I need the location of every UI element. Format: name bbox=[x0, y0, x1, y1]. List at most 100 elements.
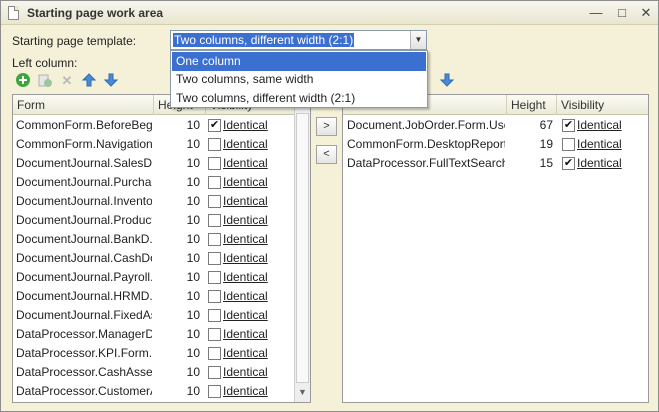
table-row[interactable]: DocumentJournal.BankD... 10 Identical bbox=[13, 230, 310, 249]
template-dropdown-list[interactable]: One column Two columns, same width Two c… bbox=[170, 50, 428, 108]
scroll-down-icon[interactable]: ▼ bbox=[295, 385, 310, 400]
visibility-checkbox[interactable]: ✔ bbox=[208, 119, 221, 132]
visibility-link[interactable]: Identical bbox=[223, 382, 268, 401]
visibility-checkbox[interactable]: ✔ bbox=[562, 119, 575, 132]
height-cell[interactable]: 10 bbox=[163, 249, 200, 268]
height-cell[interactable]: 15 bbox=[513, 154, 553, 173]
template-select-value[interactable]: Two columns, different width (2:1) bbox=[173, 33, 355, 47]
visibility-checkbox[interactable] bbox=[208, 233, 221, 246]
visibility-checkbox[interactable] bbox=[562, 138, 575, 151]
dropdown-option[interactable]: Two columns, different width (2:1) bbox=[172, 89, 426, 108]
table-row[interactable]: CommonForm.DesktopReports... 19 Identical bbox=[343, 135, 648, 154]
minimize-icon[interactable]: — bbox=[587, 4, 605, 22]
delete-icon[interactable]: ✕ bbox=[58, 72, 76, 90]
dropdown-option[interactable]: Two columns, same width bbox=[172, 70, 426, 89]
table-row[interactable]: DataProcessor.CustomerA... 10 Identical bbox=[13, 382, 310, 401]
height-cell[interactable]: 10 bbox=[163, 230, 200, 249]
visibility-link[interactable]: Identical bbox=[223, 116, 268, 135]
table-row[interactable]: CommonForm.Navigation... 10 Identical bbox=[13, 135, 310, 154]
column-header-form[interactable]: Form bbox=[13, 95, 154, 115]
height-cell[interactable]: 10 bbox=[163, 287, 200, 306]
visibility-checkbox[interactable] bbox=[208, 366, 221, 379]
visibility-link[interactable]: Identical bbox=[223, 363, 268, 382]
visibility-checkbox[interactable] bbox=[208, 347, 221, 360]
visibility-checkbox[interactable] bbox=[208, 157, 221, 170]
height-cell[interactable]: 10 bbox=[163, 116, 200, 135]
visibility-link[interactable]: Identical bbox=[223, 173, 268, 192]
height-cell[interactable]: 10 bbox=[163, 325, 200, 344]
table-row[interactable]: DocumentJournal.Product... 10 Identical bbox=[13, 211, 310, 230]
visibility-checkbox[interactable] bbox=[208, 195, 221, 208]
right-column-table[interactable]: Height Visibility Document.JobOrder.Form… bbox=[342, 94, 649, 403]
height-cell[interactable]: 19 bbox=[513, 135, 553, 154]
dropdown-arrow-icon[interactable]: ▼ bbox=[410, 31, 426, 49]
template-select[interactable]: Two columns, different width (2:1) ▼ bbox=[170, 30, 427, 50]
table-row[interactable]: Document.JobOrder.Form.User... 67 ✔Identic… bbox=[343, 116, 648, 135]
copy-icon[interactable] bbox=[36, 72, 54, 90]
visibility-checkbox[interactable] bbox=[208, 385, 221, 398]
move-right-button[interactable]: > bbox=[316, 117, 337, 136]
height-cell[interactable]: 10 bbox=[163, 344, 200, 363]
left-scrollbar[interactable]: ▲ ▼ bbox=[294, 95, 310, 402]
right-move-down-icon[interactable] bbox=[438, 72, 456, 90]
form-cell: DocumentJournal.BankD... bbox=[16, 232, 152, 246]
table-row[interactable]: DataProcessor.ManagerD... 10 Identical bbox=[13, 325, 310, 344]
column-header-visibility-right[interactable]: Visibility bbox=[557, 95, 648, 115]
window-title: Starting page work area bbox=[27, 6, 164, 20]
height-cell[interactable]: 10 bbox=[163, 382, 200, 401]
dropdown-option[interactable]: One column bbox=[172, 52, 426, 71]
visibility-link[interactable]: Identical bbox=[223, 192, 268, 211]
move-down-icon[interactable] bbox=[102, 72, 120, 90]
table-row[interactable]: DocumentJournal.Invento... 10 Identical bbox=[13, 192, 310, 211]
height-cell[interactable]: 67 bbox=[513, 116, 553, 135]
table-row[interactable]: DocumentJournal.FixedAs... 10 Identical bbox=[13, 306, 310, 325]
table-row[interactable]: DocumentJournal.Purcha... 10 Identical bbox=[13, 173, 310, 192]
height-cell[interactable]: 10 bbox=[163, 173, 200, 192]
table-row[interactable]: DataProcessor.KPI.Form.... 10 Identical bbox=[13, 344, 310, 363]
table-row[interactable]: DocumentJournal.CashDo... 10 Identical bbox=[13, 249, 310, 268]
height-cell[interactable]: 10 bbox=[163, 268, 200, 287]
visibility-checkbox[interactable] bbox=[208, 328, 221, 341]
visibility-checkbox[interactable] bbox=[208, 138, 221, 151]
height-cell[interactable]: 10 bbox=[163, 306, 200, 325]
visibility-checkbox[interactable] bbox=[208, 271, 221, 284]
visibility-link[interactable]: Identical bbox=[223, 154, 268, 173]
visibility-link[interactable]: Identical bbox=[223, 325, 268, 344]
visibility-link[interactable]: Identical bbox=[223, 306, 268, 325]
visibility-checkbox[interactable] bbox=[208, 252, 221, 265]
height-cell[interactable]: 10 bbox=[163, 211, 200, 230]
height-cell[interactable]: 10 bbox=[163, 135, 200, 154]
visibility-link[interactable]: Identical bbox=[223, 135, 268, 154]
table-row[interactable]: DocumentJournal.SalesD... 10 Identical bbox=[13, 154, 310, 173]
visibility-checkbox[interactable]: ✔ bbox=[562, 157, 575, 170]
left-column-table[interactable]: Form Height Visibility CommonForm.Before… bbox=[12, 94, 311, 403]
visibility-link[interactable]: Identical bbox=[577, 154, 622, 173]
visibility-link[interactable]: Identical bbox=[223, 230, 268, 249]
visibility-link[interactable]: Identical bbox=[223, 268, 268, 287]
visibility-link[interactable]: Identical bbox=[577, 116, 622, 135]
move-left-button[interactable]: < bbox=[316, 145, 337, 164]
table-row[interactable]: DocumentJournal.Payroll... 10 Identical bbox=[13, 268, 310, 287]
visibility-checkbox[interactable] bbox=[208, 290, 221, 303]
add-icon[interactable] bbox=[14, 72, 32, 90]
move-up-icon[interactable] bbox=[80, 72, 98, 90]
height-cell[interactable]: 10 bbox=[163, 192, 200, 211]
height-cell[interactable]: 10 bbox=[163, 154, 200, 173]
visibility-link[interactable]: Identical bbox=[223, 287, 268, 306]
visibility-link[interactable]: Identical bbox=[223, 344, 268, 363]
visibility-checkbox[interactable] bbox=[208, 176, 221, 189]
table-row[interactable]: DataProcessor.CashAsset... 10 Identical bbox=[13, 363, 310, 382]
table-row[interactable]: DataProcessor.FullTextSearchI... 15 ✔ Ident… bbox=[343, 154, 648, 173]
visibility-link[interactable]: Identical bbox=[577, 135, 622, 154]
table-row[interactable]: CommonForm.BeforeBegi... 10 ✔ Identical bbox=[13, 116, 310, 135]
close-icon[interactable]: ✕ bbox=[637, 4, 655, 22]
visibility-link[interactable]: Identical bbox=[223, 249, 268, 268]
scroll-thumb[interactable] bbox=[296, 113, 309, 383]
maximize-icon[interactable]: □ bbox=[613, 4, 631, 22]
table-row[interactable]: DocumentJournal.HRMD... 10 Identical bbox=[13, 287, 310, 306]
column-header-height-right[interactable]: Height bbox=[507, 95, 557, 115]
visibility-checkbox[interactable] bbox=[208, 214, 221, 227]
height-cell[interactable]: 10 bbox=[163, 363, 200, 382]
visibility-checkbox[interactable] bbox=[208, 309, 221, 322]
visibility-link[interactable]: Identical bbox=[223, 211, 268, 230]
